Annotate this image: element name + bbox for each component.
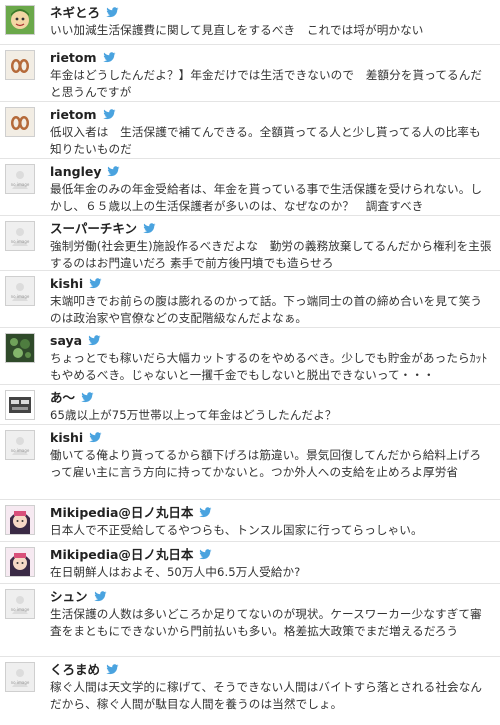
user-name[interactable]: kishi	[50, 428, 83, 447]
no-image-icon	[6, 590, 34, 618]
twitter-bird-icon	[199, 507, 212, 518]
tweet-item: no image くろまめ 稼ぐ人間は天文学的に稼げて、そうできない人間はバイト…	[0, 657, 500, 717]
user-name[interactable]: langley	[50, 162, 101, 181]
tweet-item: rietom 低収入者は 生活保護で補てんできる。全額貰ってる人と少し貰ってる人…	[0, 102, 500, 159]
user-name[interactable]: ネギとろ	[50, 3, 100, 22]
no-image-label: no image	[10, 680, 30, 685]
tweet-item: no image langley 最低年金のみの年金受給者は、年金を貰っている事…	[0, 159, 500, 216]
tweet-text: 生活保護の人数は多いどころか足りてないのが現状。ケースワーカー少なすぎて審査をま…	[50, 607, 482, 638]
no-image-label: no image	[10, 239, 30, 244]
no-image-label: no image	[10, 182, 30, 187]
no-image-icon	[6, 431, 34, 459]
no-image-icon	[6, 277, 34, 305]
user-name[interactable]: rietom	[50, 105, 97, 124]
avatar[interactable]	[5, 547, 35, 577]
user-name[interactable]: saya	[50, 331, 82, 350]
avatar[interactable]	[5, 333, 35, 363]
tweet-text: ちょっとでも稼いだら大幅カットするのをやめるべき。少しでも貯金があったらｶｯﾄも…	[50, 351, 488, 382]
tweet-text: 年金はどうしたんだよ？】年金だけでは生活できないので 差額分を貰ってるんだと思う…	[50, 68, 483, 99]
mikipedia-avatar-icon	[6, 506, 34, 534]
tweet-text: 日本人で不正受給してるやつらも、トンスル国家に行ってらっしゃい。	[50, 523, 423, 537]
no-image-icon	[6, 165, 34, 193]
twitter-bird-icon	[102, 109, 116, 120]
tweet-text: 最低年金のみの年金受給者は、年金を貰っている事で生活保護を受けられない。しかし、…	[50, 182, 483, 213]
avatar[interactable]: no image	[5, 164, 35, 194]
twitter-bird-icon	[107, 166, 120, 177]
tweet-text: 低収入者は 生活保護で補てんできる。全額貰ってる人と少し貰ってる人の比率も知りた…	[50, 125, 481, 156]
avatar[interactable]	[5, 50, 35, 80]
face-icon	[6, 6, 34, 34]
avatar[interactable]: no image	[5, 276, 35, 306]
tweet-text: 在日朝鮮人はおよそ、50万人中6.5万人受給か?	[50, 565, 301, 579]
tweet-item: no image シュン 生活保護の人数は多いどころか足りてないのが現状。ケース…	[0, 584, 500, 657]
user-name[interactable]: くろまめ	[50, 660, 100, 679]
tweet-item: rietom 年金はどうしたんだよ？】年金だけでは生活できないので 差額分を貰っ…	[0, 45, 500, 102]
user-name[interactable]: kishi	[50, 274, 83, 293]
avatar[interactable]: no image	[5, 662, 35, 692]
twitter-bird-icon	[89, 278, 102, 289]
tweet-item: no image kishi 末端叩きでお前らの腹は膨れるのかって話。下っ端同士…	[0, 271, 500, 328]
twitter-bird-icon	[143, 223, 156, 234]
rietom-avatar-icon	[6, 108, 34, 136]
twitter-bird-icon	[88, 335, 101, 346]
tweet-item: ネギとろ いい加減生活保護費に関して見直しをするべき これでは埒が明かない	[0, 0, 500, 45]
tweet-text: いい加減生活保護費に関して見直しをするべき これでは埒が明かない	[50, 23, 424, 37]
user-name[interactable]: スーパーチキン	[50, 219, 137, 238]
saya-avatar-icon	[6, 334, 34, 362]
twitter-bird-icon	[93, 591, 107, 602]
user-name[interactable]: Mikipedia@日ノ丸日本	[50, 545, 193, 564]
twitter-bird-icon	[81, 392, 94, 403]
tweet-item: Mikipedia@日ノ丸日本 日本人で不正受給してるやつらも、トンスル国家に行…	[0, 500, 500, 542]
tweet-feed: ネギとろ いい加減生活保護費に関して見直しをするべき これでは埒が明かない ri…	[0, 0, 500, 717]
tweet-text: 働いてる俺より貰ってるから額下げろは筋違い。景気回復してんだから給料上げろって雇…	[50, 448, 482, 479]
twitter-bird-icon	[106, 664, 119, 675]
avatar[interactable]	[5, 107, 35, 137]
tweet-text: 65歳以上が75万世帯以上って年金はどうしたんだよ？	[50, 408, 337, 422]
user-name[interactable]: あ〜	[50, 388, 75, 407]
tweet-text: 稼ぐ人間は天文学的に稼げて、そうできない人間はバイトすら落とされる社会なんだから…	[50, 680, 483, 711]
tweet-text: 末端叩きでお前らの腹は膨れるのかって話。下っ端同士の首の締め合いを見て笑うのは政…	[50, 294, 483, 325]
tweet-item: あ〜 65歳以上が75万世帯以上って年金はどうしたんだよ？	[0, 385, 500, 425]
twitter-bird-icon	[106, 7, 119, 18]
twitter-bird-icon	[89, 432, 102, 443]
avatar[interactable]: no image	[5, 221, 35, 251]
tweet-text: 強制労働(社会更生)施設作るべきだよな 勤労の義務放棄してるんだから権利を主張す…	[50, 239, 492, 270]
mikipedia-avatar-icon	[6, 548, 34, 576]
tweet-item: no image スーパーチキン 強制労働(社会更生)施設作るべきだよな 勤労の…	[0, 216, 500, 271]
tweet-item: no image kishi 働いてる俺より貰ってるから額下げろは筋違い。景気回…	[0, 425, 500, 500]
no-image-label: no image	[10, 607, 30, 612]
avatar[interactable]: no image	[5, 589, 35, 619]
no-image-icon	[6, 222, 34, 250]
user-name[interactable]: Mikipedia@日ノ丸日本	[50, 503, 193, 522]
rietom-avatar-icon	[6, 51, 34, 79]
avatar[interactable]: no image	[5, 430, 35, 460]
tweet-item: saya ちょっとでも稼いだら大幅カットするのをやめるべき。少しでも貯金があった…	[0, 328, 500, 385]
twitter-bird-icon	[102, 52, 116, 63]
twitter-bird-icon	[199, 549, 212, 560]
avatar[interactable]	[5, 390, 35, 420]
no-image-label: no image	[10, 294, 30, 299]
user-name[interactable]: rietom	[50, 48, 97, 67]
no-image-icon	[6, 663, 34, 691]
no-image-label: no image	[10, 448, 30, 453]
avatar[interactable]	[5, 505, 35, 535]
user-name[interactable]: シュン	[50, 587, 88, 606]
tweet-item: Mikipedia@日ノ丸日本 在日朝鮮人はおよそ、50万人中6.5万人受給か?	[0, 542, 500, 584]
a-avatar-icon	[6, 391, 34, 419]
avatar[interactable]	[5, 5, 35, 35]
